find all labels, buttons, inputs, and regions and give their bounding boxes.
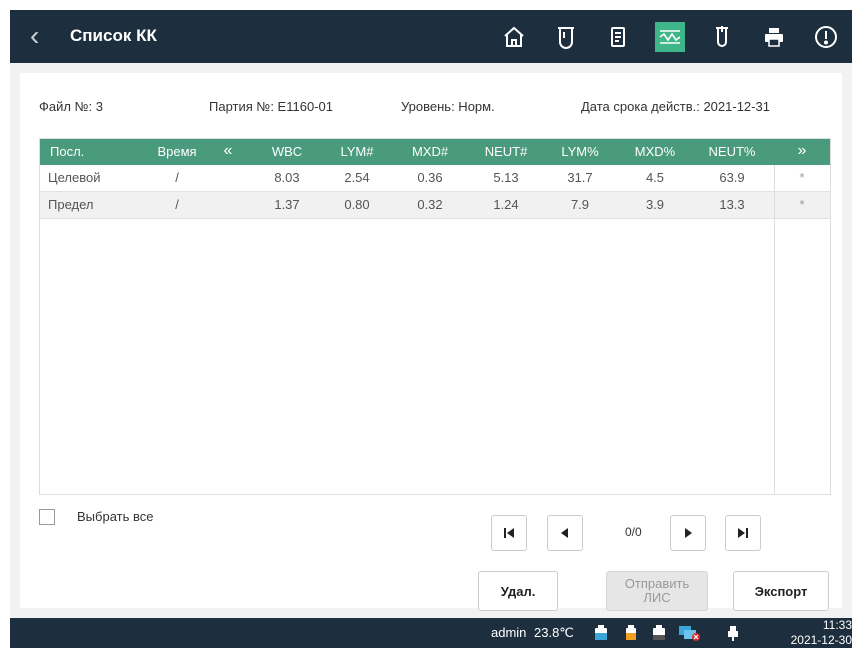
network-disconnected-icon — [678, 625, 700, 641]
col-mxd-num: MXD# — [411, 144, 449, 159]
scroll-left-icon[interactable]: « — [215, 142, 241, 160]
col-lym-pct: LYM% — [561, 144, 599, 159]
col-lym-num: LYM# — [340, 144, 374, 159]
col-seq[interactable]: Посл. — [50, 144, 90, 159]
send-lis-line1: Отправить — [624, 576, 690, 591]
qc-table: Посл. Время « WBC LYM# MXD# NEUT# LYM% M… — [39, 138, 831, 495]
first-page-button[interactable] — [491, 515, 527, 551]
cell-mxd-num: 0.36 — [417, 170, 443, 185]
col-neut-num: NEUT# — [484, 144, 528, 159]
export-button[interactable]: Экспорт — [733, 571, 829, 611]
row-time: / — [175, 197, 179, 212]
content-area: Файл №: 3 Партия №: E1160-01 Уровень: Но… — [10, 63, 852, 618]
row-name: Целевой — [48, 170, 101, 185]
row-name: Предел — [48, 197, 94, 212]
select-all-checkbox[interactable] — [39, 509, 55, 525]
table-header: Посл. Время « WBC LYM# MXD# NEUT# LYM% M… — [40, 139, 830, 165]
next-page-button[interactable] — [670, 515, 706, 551]
cell-mxd-pct: 3.9 — [645, 197, 665, 212]
send-lis-button[interactable]: Отправить ЛИС — [606, 571, 708, 611]
prev-page-button[interactable] — [547, 515, 583, 551]
level: Уровень: Норм. — [401, 99, 495, 114]
alert-icon[interactable] — [811, 22, 841, 52]
status-bar: admin 23.8℃ 11:33 2021-12-30 — [10, 618, 852, 648]
cell-wbc: 8.03 — [274, 170, 300, 185]
clock-time: 11:33 — [822, 618, 852, 632]
row-time: / — [175, 170, 179, 185]
tube-icon[interactable] — [707, 22, 737, 52]
flag-column-divider — [774, 165, 831, 494]
table-row[interactable]: Целевой / 8.03 2.54 0.36 5.13 31.7 4.5 6… — [40, 165, 830, 192]
current-user: admin — [491, 625, 527, 640]
home-icon[interactable] — [499, 22, 529, 52]
cell-lym-pct: 7.9 — [570, 197, 590, 212]
expiry-date: Дата срока действ.: 2021-12-31 — [581, 99, 770, 114]
scroll-right-icon[interactable]: » — [789, 142, 815, 160]
cell-neut-pct: 63.9 — [719, 170, 745, 185]
table-row[interactable]: Предел / 1.37 0.80 0.32 1.24 7.9 3.9 13.… — [40, 192, 830, 219]
delete-button[interactable]: Удал. — [478, 571, 558, 611]
cell-neut-num: 5.13 — [493, 170, 519, 185]
reagent-diluent-icon — [594, 625, 608, 641]
app-screen: ‹ Список КК Файл №: 3 Партия №: E1160-01 — [10, 10, 852, 648]
cell-lym-pct: 31.7 — [567, 170, 593, 185]
top-bar: ‹ Список КК — [10, 10, 852, 63]
clock-date: 2021-12-30 — [790, 633, 852, 647]
lot-number: Партия №: E1160-01 — [209, 99, 333, 114]
cell-neut-pct: 13.3 — [719, 197, 745, 212]
send-lis-line2: ЛИС — [643, 590, 671, 605]
test-tube-icon[interactable] — [551, 22, 581, 52]
clock: 11:33 2021-12-30 — [778, 618, 852, 648]
col-mxd-pct: MXD% — [634, 144, 676, 159]
col-time[interactable]: Время — [157, 144, 197, 159]
usb-icon — [726, 625, 740, 641]
qc-file-icon[interactable] — [603, 22, 633, 52]
printer-icon[interactable] — [759, 22, 789, 52]
cell-lym-num: 2.54 — [344, 170, 370, 185]
col-wbc: WBC — [271, 144, 303, 159]
cell-wbc: 1.37 — [274, 197, 300, 212]
file-number: Файл №: 3 — [39, 99, 103, 114]
page-indicator: 0/0 — [625, 525, 642, 539]
back-arrow-icon[interactable]: ‹ — [30, 22, 52, 50]
qc-list-panel: Файл №: 3 Партия №: E1160-01 Уровень: Но… — [20, 73, 842, 611]
qc-chart-icon[interactable] — [655, 22, 685, 52]
cell-mxd-pct: 4.5 — [645, 170, 665, 185]
reagent-lyse-icon — [624, 625, 638, 641]
last-page-button[interactable] — [725, 515, 761, 551]
waste-container-icon — [652, 625, 666, 641]
col-neut-pct: NEUT% — [708, 144, 756, 159]
cell-lym-num: 0.80 — [344, 197, 370, 212]
cell-neut-num: 1.24 — [493, 197, 519, 212]
temperature: 23.8℃ — [534, 625, 574, 640]
page-title: Список КК — [70, 26, 157, 45]
cell-mxd-num: 0.32 — [417, 197, 443, 212]
select-all-label[interactable]: Выбрать все — [77, 509, 153, 524]
